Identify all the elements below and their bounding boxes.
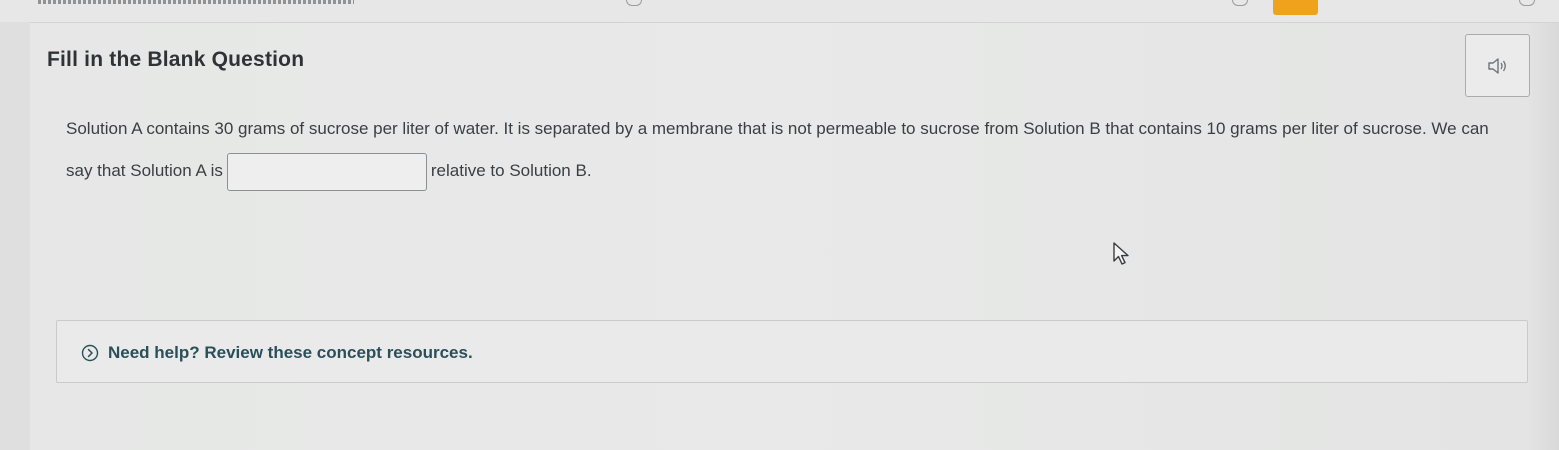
page: Fill in the Blank Question Solution A co… xyxy=(0,0,1559,450)
toolbar-icon[interactable] xyxy=(1232,0,1248,6)
mouse-pointer-icon xyxy=(1113,242,1129,265)
help-panel: Need help? Review these concept resource… xyxy=(56,320,1528,383)
chevron-circle-icon xyxy=(81,344,99,362)
help-link-label: Need help? Review these concept resource… xyxy=(108,343,473,362)
speaker-icon xyxy=(1487,57,1506,74)
read-aloud-button[interactable] xyxy=(1465,34,1530,97)
toolbar-accent-button[interactable] xyxy=(1273,0,1318,15)
question-text-after: relative to Solution B. xyxy=(430,161,592,180)
top-toolbar xyxy=(0,0,1559,23)
left-gutter xyxy=(0,22,30,450)
page-title: Fill in the Blank Question xyxy=(47,48,305,71)
concept-resources-link[interactable]: Need help? Review these concept resource… xyxy=(81,343,473,363)
question-text: Solution A contains 30 grams of sucrose … xyxy=(66,108,1516,192)
answer-blank-input[interactable] xyxy=(226,152,427,191)
toolbar-icon[interactable] xyxy=(1519,0,1535,6)
toolbar-icon[interactable] xyxy=(626,0,642,6)
progress-indicator xyxy=(38,0,354,4)
